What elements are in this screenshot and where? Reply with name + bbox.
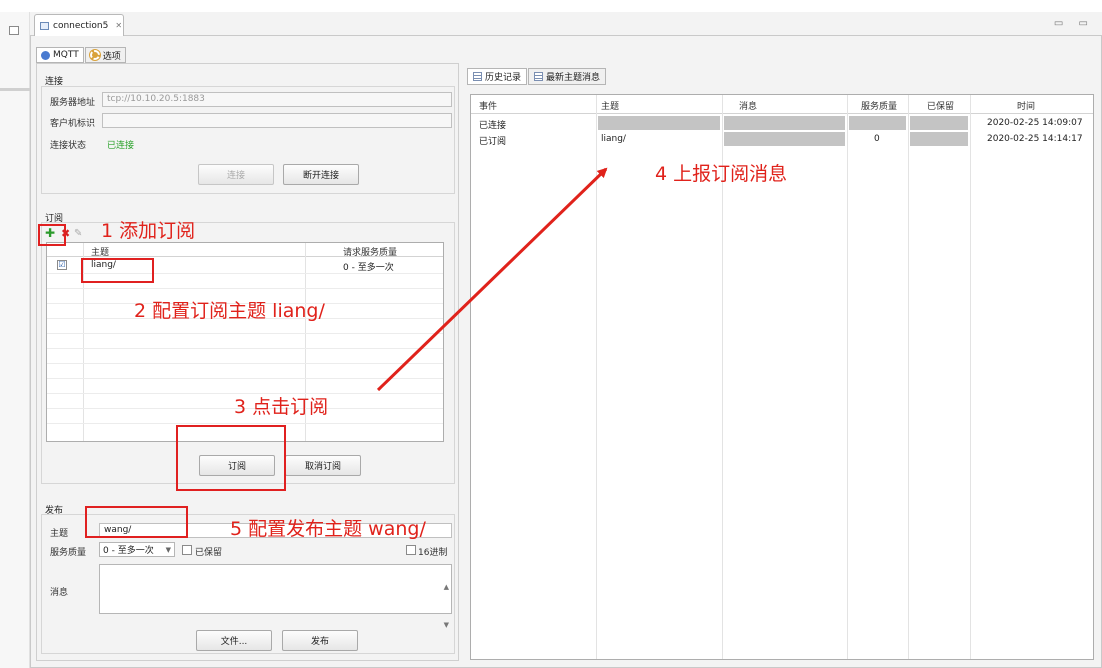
highlight-publish-topic (85, 506, 188, 538)
highlight-subscribe (176, 425, 286, 491)
annotation-4: 4 上报订阅消息 (655, 163, 788, 185)
annotation-5: 5 配置发布主题 wang/ (230, 518, 426, 540)
highlight-topic (81, 258, 154, 283)
annotation-arrow (376, 167, 608, 392)
highlight-add (38, 224, 66, 246)
annotation-3: 3 点击订阅 (234, 396, 329, 418)
annotation-1: 1 添加订阅 (101, 220, 196, 242)
annotation-2: 2 配置订阅主题 liang/ (134, 300, 325, 322)
